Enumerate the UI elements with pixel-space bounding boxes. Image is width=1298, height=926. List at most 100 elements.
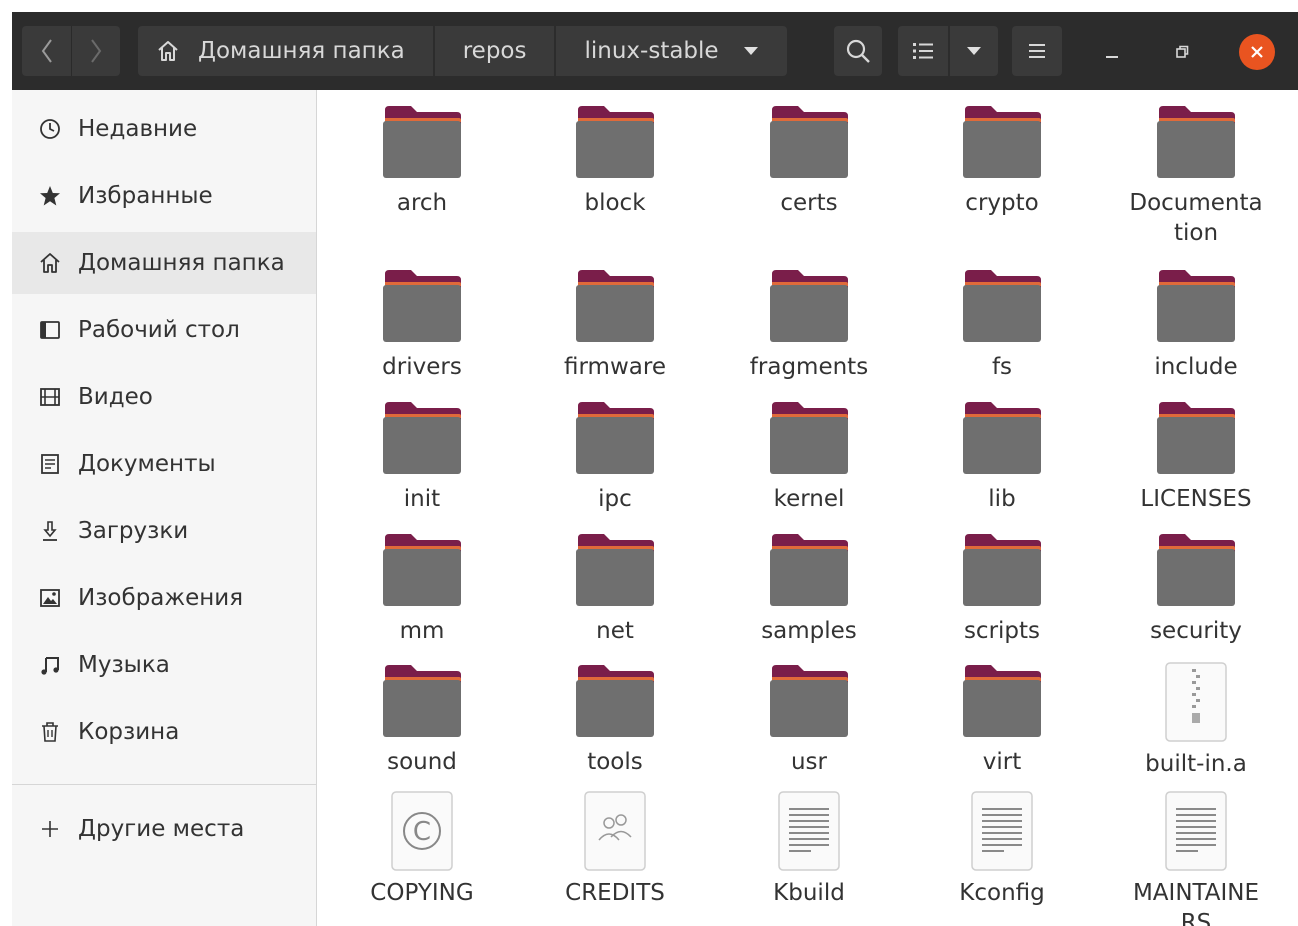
file-item-fragments[interactable]: fragments — [719, 268, 899, 398]
folder-icon — [574, 532, 656, 612]
sidebar-item-recent[interactable]: Недавние — [12, 98, 316, 160]
sidebar-item-home[interactable]: Домашняя папка — [12, 232, 316, 294]
sidebar-item-label: Недавние — [78, 116, 198, 142]
file-item-block[interactable]: block — [525, 104, 705, 234]
file-item-label: MAINTAINE RS — [1106, 878, 1286, 926]
plus-icon — [36, 815, 64, 843]
file-item-label: fragments — [749, 354, 869, 380]
file-icon-view: arch block certs crypto Documenta tion drivers… — [317, 90, 1298, 926]
folder-icon — [1155, 400, 1237, 480]
file-item-include[interactable]: include — [1106, 268, 1286, 398]
file-item-built-in-a[interactable]: built-in.a — [1106, 661, 1286, 793]
file-item-label: block — [584, 190, 646, 216]
file-item-usr[interactable]: usr — [719, 663, 899, 793]
restore-button[interactable] — [1164, 34, 1200, 70]
list-view-icon — [913, 43, 933, 59]
folder-icon — [768, 663, 850, 743]
file-item-net[interactable]: net — [525, 532, 705, 662]
home-icon — [36, 249, 64, 277]
sidebar-item-trash[interactable]: Корзина — [12, 701, 316, 763]
path-crumb-label: repos — [462, 38, 527, 64]
file-item-label: scripts — [963, 618, 1041, 644]
close-icon — [1251, 46, 1263, 58]
file-item-copying[interactable]: C COPYING — [332, 790, 512, 922]
file-item-fs[interactable]: fs — [912, 268, 1092, 398]
view-options-button[interactable] — [950, 26, 998, 76]
sidebar-item-starred[interactable]: Избранные — [12, 165, 316, 227]
file-item-licenses[interactable]: LICENSES — [1106, 400, 1286, 530]
file-item-virt[interactable]: virt — [912, 663, 1092, 793]
file-item-ipc[interactable]: ipc — [525, 400, 705, 530]
path-crumb-repos[interactable]: repos — [434, 26, 557, 76]
main-menu-button[interactable] — [1012, 26, 1062, 76]
file-item-label: virt — [982, 749, 1022, 775]
sidebar-item-videos[interactable]: Видео — [12, 366, 316, 428]
file-item-maintainers[interactable]: MAINTAINE RS — [1106, 791, 1286, 926]
forward-button[interactable] — [71, 26, 120, 76]
back-button[interactable] — [22, 26, 71, 76]
file-item-certs[interactable]: certs — [719, 104, 899, 234]
file-item-arch[interactable]: arch — [332, 104, 512, 234]
archive-file-icon — [1162, 661, 1230, 747]
minimize-button[interactable] — [1094, 34, 1130, 70]
sidebar-item-label: Рабочий стол — [78, 317, 240, 343]
chevron-left-icon — [41, 39, 52, 63]
sidebar-item-downloads[interactable]: Загрузки — [12, 500, 316, 562]
minimize-icon — [1106, 56, 1118, 58]
file-item-label: certs — [780, 190, 838, 216]
copyright-file-icon: C — [388, 790, 456, 876]
close-button[interactable] — [1239, 34, 1275, 70]
text-file-icon — [968, 790, 1036, 876]
hamburger-menu-icon — [1029, 44, 1045, 58]
credits-file-icon — [581, 790, 649, 876]
file-item-credits[interactable]: CREDITS — [525, 790, 705, 922]
sidebar-item-music[interactable]: Музыка — [12, 634, 316, 696]
sidebar-item-documents[interactable]: Документы — [12, 433, 316, 495]
file-manager-window: Домашняя папка repos linux-stable Недавн… — [12, 12, 1298, 926]
file-item-tools[interactable]: tools — [525, 663, 705, 793]
file-item-crypto[interactable]: crypto — [912, 104, 1092, 234]
film-icon — [36, 383, 64, 411]
trash-icon — [36, 718, 64, 746]
folder-icon — [961, 268, 1043, 348]
file-item-documentation[interactable]: Documenta tion — [1106, 104, 1286, 246]
path-crumb-current[interactable]: linux-stable — [556, 26, 787, 76]
folder-icon — [574, 663, 656, 743]
file-item-kernel[interactable]: kernel — [719, 400, 899, 530]
sidebar-item-pictures[interactable]: Изображения — [12, 567, 316, 629]
folder-icon — [768, 268, 850, 348]
file-item-kbuild[interactable]: Kbuild — [719, 790, 899, 922]
svg-text:C: C — [413, 817, 431, 847]
file-item-security[interactable]: security — [1106, 532, 1286, 662]
star-icon — [36, 182, 64, 210]
file-item-drivers[interactable]: drivers — [332, 268, 512, 398]
file-item-lib[interactable]: lib — [912, 400, 1092, 530]
path-crumb-label: Домашняя папка — [198, 38, 405, 64]
image-icon — [36, 584, 64, 612]
file-item-scripts[interactable]: scripts — [912, 532, 1092, 662]
file-item-label: kernel — [773, 486, 845, 512]
file-item-kconfig[interactable]: Kconfig — [912, 790, 1092, 922]
file-item-label: LICENSES — [1140, 486, 1252, 512]
sidebar-item-label: Загрузки — [78, 518, 189, 544]
text-file-icon — [775, 790, 843, 876]
sidebar-separator — [12, 784, 316, 785]
folder-icon — [381, 663, 463, 743]
sidebar-item-other-locations[interactable]: Другие места — [12, 798, 316, 860]
sidebar: Недавние Избранные Домашняя папка Рабочи… — [12, 90, 317, 926]
file-item-init[interactable]: init — [332, 400, 512, 530]
download-icon — [36, 517, 64, 545]
file-item-label: usr — [790, 749, 828, 775]
file-item-label-line: MAINTAINE — [1132, 880, 1260, 906]
file-item-label: samples — [761, 618, 857, 644]
file-item-mm[interactable]: mm — [332, 532, 512, 662]
path-crumb-home[interactable]: Домашняя папка — [138, 26, 435, 76]
file-item-firmware[interactable]: firmware — [525, 268, 705, 398]
file-item-label: crypto — [965, 190, 1039, 216]
sidebar-item-desktop[interactable]: Рабочий стол — [12, 299, 316, 361]
search-button[interactable] — [834, 26, 882, 76]
file-item-samples[interactable]: samples — [719, 532, 899, 662]
file-item-sound[interactable]: sound — [332, 663, 512, 793]
view-mode-button[interactable] — [898, 26, 948, 76]
sidebar-item-label: Видео — [78, 384, 153, 410]
